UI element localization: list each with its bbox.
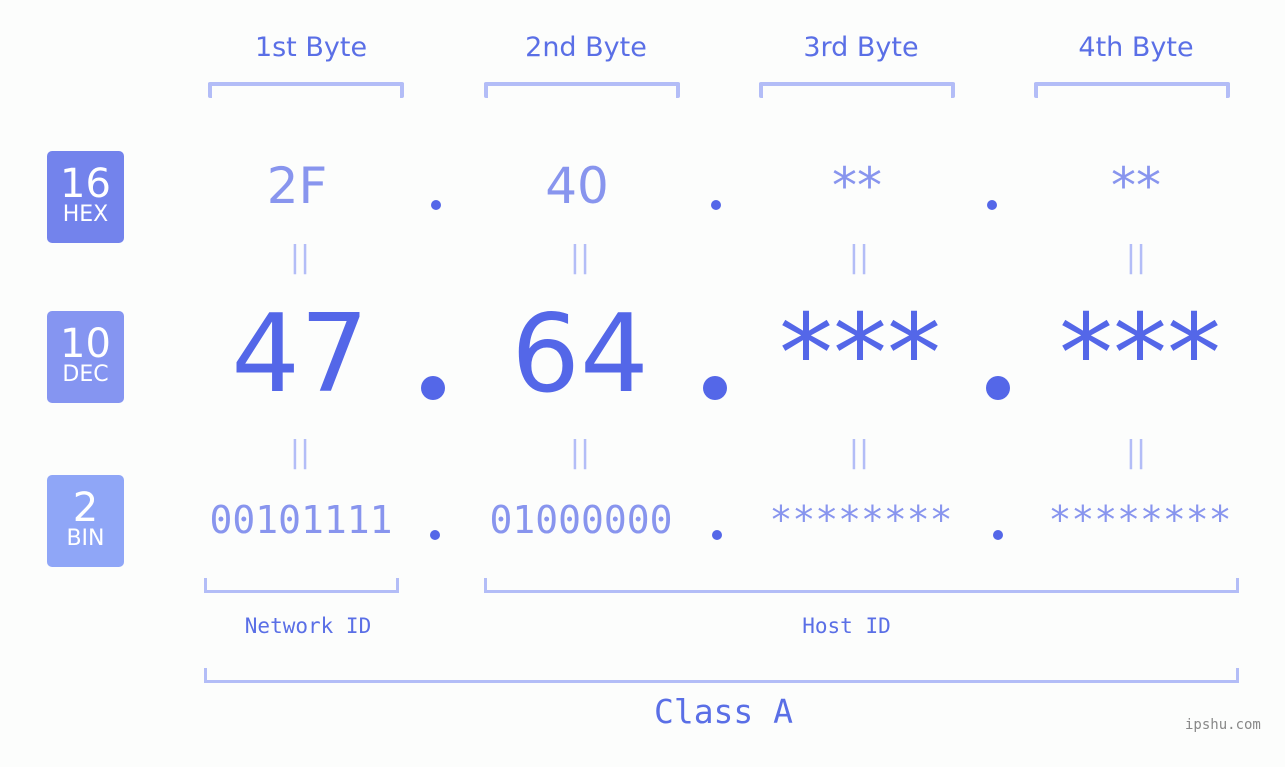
class-bracket xyxy=(204,668,1239,683)
bin-dot-2 xyxy=(712,530,722,540)
hex-dot-3 xyxy=(987,200,997,210)
dec-dot-2 xyxy=(703,376,727,400)
host-id-label: Host ID xyxy=(802,614,891,638)
watermark: ipshu.com xyxy=(1185,717,1261,733)
hex-value-1: 2F xyxy=(266,157,328,215)
byte-bracket-2 xyxy=(484,82,680,98)
bin-badge-number: 2 xyxy=(72,485,99,531)
equals-sign: || xyxy=(848,435,870,470)
hex-dot-2 xyxy=(711,200,721,210)
hex-value-4: ** xyxy=(1111,157,1161,215)
byte-bracket-3 xyxy=(759,82,955,98)
hex-badge: 16 HEX xyxy=(47,151,124,243)
byte-header-4: 4th Byte xyxy=(1078,32,1194,63)
equals-sign: || xyxy=(1125,435,1147,470)
bin-value-4: ******** xyxy=(1048,498,1232,542)
bin-badge-label: BIN xyxy=(66,526,105,551)
hex-value-3: ** xyxy=(832,157,882,215)
hex-badge-number: 16 xyxy=(60,161,111,207)
hex-badge-label: HEX xyxy=(62,202,109,227)
hex-dot-1 xyxy=(431,200,441,210)
host-id-bracket xyxy=(484,578,1239,593)
equals-sign: || xyxy=(289,240,311,275)
dec-dot-3 xyxy=(986,376,1010,400)
dec-badge: 10 DEC xyxy=(47,311,124,403)
bin-dot-1 xyxy=(430,530,440,540)
dec-value-4: *** xyxy=(1059,292,1221,417)
hex-value-2: 40 xyxy=(545,157,609,215)
byte-bracket-4 xyxy=(1034,82,1230,98)
dec-badge-number: 10 xyxy=(60,321,111,367)
equals-sign: || xyxy=(289,435,311,470)
dec-value-1: 47 xyxy=(231,292,369,417)
byte-header-2: 2nd Byte xyxy=(525,32,647,63)
dec-value-3: *** xyxy=(779,292,941,417)
network-id-bracket xyxy=(204,578,399,593)
equals-sign: || xyxy=(848,240,870,275)
bin-value-3: ******** xyxy=(769,498,953,542)
bin-value-1: 00101111 xyxy=(209,498,393,542)
byte-bracket-1 xyxy=(208,82,404,98)
equals-sign: || xyxy=(569,240,591,275)
equals-sign: || xyxy=(1125,240,1147,275)
bin-badge: 2 BIN xyxy=(47,475,124,567)
dec-dot-1 xyxy=(421,376,445,400)
bin-dot-3 xyxy=(993,530,1003,540)
equals-sign: || xyxy=(569,435,591,470)
class-label: Class A xyxy=(653,692,794,731)
byte-header-3: 3rd Byte xyxy=(803,32,919,63)
byte-header-1: 1st Byte xyxy=(254,32,368,63)
dec-badge-label: DEC xyxy=(62,362,109,387)
network-id-label: Network ID xyxy=(244,614,372,638)
dec-value-2: 64 xyxy=(511,292,649,417)
bin-value-2: 01000000 xyxy=(489,498,673,542)
